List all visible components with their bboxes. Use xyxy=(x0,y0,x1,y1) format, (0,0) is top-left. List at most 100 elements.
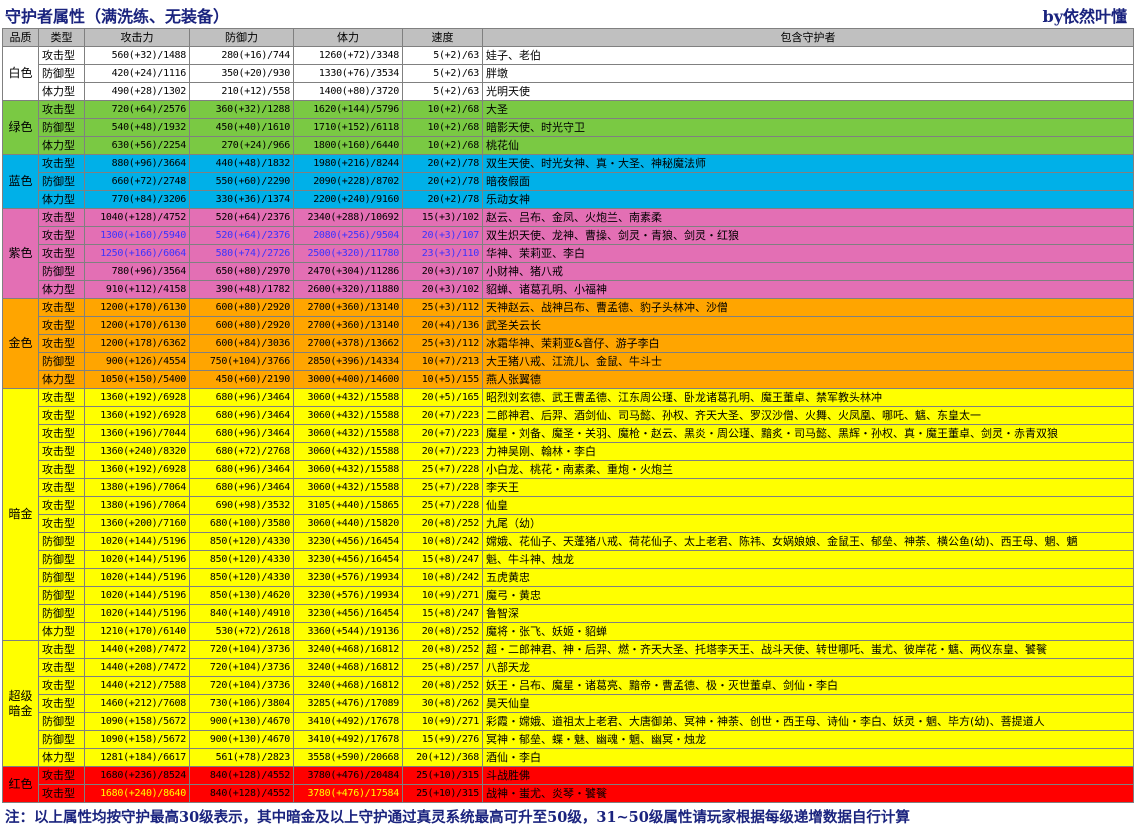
speed-cell: 10(+9)/271 xyxy=(402,712,483,731)
guardians-cell: 暗夜假面 xyxy=(482,172,1134,191)
table-row: 攻击型 1440(+208)/7472 720(+104)/3736 3240(+46… xyxy=(2,658,1134,677)
speed-cell: 20(+3)/102 xyxy=(402,280,483,299)
footnote: 注：以上属性均按守护最高30级表示，其中暗金及以上守护通过真灵系统最高可升至50… xyxy=(5,809,910,826)
speed-cell: 5(+2)/63 xyxy=(402,46,483,65)
attack-cell: 1360(+196)/7044 xyxy=(84,424,190,443)
attack-cell: 1281(+184)/6617 xyxy=(84,748,190,767)
type-cell: 攻击型 xyxy=(38,676,85,695)
guardians-cell: 大圣 xyxy=(482,100,1134,119)
quality-cell: 暗金 xyxy=(2,388,39,641)
quality-cell: 金色 xyxy=(2,298,39,389)
table-row: 蓝色 攻击型 880(+96)/3664 440(+48)/1832 1980(+216… xyxy=(2,154,1134,209)
guardians-cell: 天神赵云、战神吕布、曹孟德、豹子头林冲、沙僧 xyxy=(482,298,1134,317)
guardians-cell: 昭烈刘玄德、武王曹孟德、江东周公瑾、卧龙诸葛孔明、魔王董卓、禁军教头林冲 xyxy=(482,388,1134,407)
author-credit: by依然叶懂 xyxy=(1042,7,1128,26)
speed-cell: 25(+8)/257 xyxy=(402,658,483,677)
defense-cell: 840(+128)/4552 xyxy=(189,784,294,803)
table-row: 防御型 540(+48)/1932 450(+40)/1610 1710(+152)/… xyxy=(2,118,1134,137)
attack-cell: 880(+96)/3664 xyxy=(84,154,190,173)
stamina-cell: 3780(+476)/20484 xyxy=(293,766,403,785)
attack-cell: 1090(+158)/5672 xyxy=(84,712,190,731)
speed-cell: 25(+3)/112 xyxy=(402,334,483,353)
speed-cell: 20(+4)/136 xyxy=(402,316,483,335)
table-row: 白色 攻击型 560(+32)/1488 280(+16)/744 1260(+72)/… xyxy=(2,46,1134,101)
stamina-cell: 3410(+492)/17678 xyxy=(293,712,403,731)
attack-cell: 1020(+144)/5196 xyxy=(84,550,190,569)
guardians-cell: 小财神、猪八戒 xyxy=(482,262,1134,281)
defense-cell: 350(+20)/930 xyxy=(189,64,294,83)
table-row: 防御型 900(+126)/4554 750(+104)/3766 2850(+396… xyxy=(2,352,1134,371)
stamina-cell: 3558(+590)/20668 xyxy=(293,748,403,767)
table-row: 攻击型 1380(+196)/7064 680(+96)/3464 3060(+432… xyxy=(2,478,1134,497)
attack-cell: 770(+84)/3206 xyxy=(84,190,190,209)
type-cell: 防御型 xyxy=(38,262,85,281)
stamina-cell: 2090(+228)/8702 xyxy=(293,172,403,191)
guardians-cell: 魔将・张飞、妖姬・貂蝉 xyxy=(482,622,1134,641)
speed-cell: 20(+2)/78 xyxy=(402,172,483,191)
guardians-cell: 光明天使 xyxy=(482,82,1134,101)
type-cell: 防御型 xyxy=(38,550,85,569)
table-row: 攻击型 1250(+166)/6064 580(+74)/2726 2500(+320… xyxy=(2,244,1134,263)
guardians-cell: 桃花仙 xyxy=(482,136,1134,155)
speed-cell: 20(+2)/78 xyxy=(402,154,483,173)
speed-cell: 25(+10)/315 xyxy=(402,784,483,803)
table-row: 红色 攻击型 1680(+236)/8524 840(+128)/4552 3780(+… xyxy=(2,766,1134,803)
table-row: 攻击型 1300(+160)/5940 520(+64)/2376 2080(+256… xyxy=(2,226,1134,245)
defense-cell: 680(+96)/3464 xyxy=(189,424,294,443)
table-row: 防御型 1090(+158)/5672 900(+130)/4670 3410(+49… xyxy=(2,730,1134,749)
table-row: 攻击型 1360(+196)/7044 680(+96)/3464 3060(+432… xyxy=(2,424,1134,443)
stamina-cell: 3410(+492)/17678 xyxy=(293,730,403,749)
speed-cell: 20(+8)/252 xyxy=(402,514,483,533)
speed-cell: 10(+9)/271 xyxy=(402,586,483,605)
attack-cell: 1200(+178)/6362 xyxy=(84,334,190,353)
guardians-cell: 武圣关云长 xyxy=(482,316,1134,335)
attack-cell: 780(+96)/3564 xyxy=(84,262,190,281)
stamina-cell: 3240(+468)/16812 xyxy=(293,640,403,659)
table-row: 防御型 1020(+144)/5196 840(+140)/4910 3230(+45… xyxy=(2,604,1134,623)
header-stamina: 体力 xyxy=(293,28,403,47)
speed-cell: 30(+8)/262 xyxy=(402,694,483,713)
guardians-cell: 华神、茉莉亚、李白 xyxy=(482,244,1134,263)
table-row: 攻击型 1200(+170)/6130 600(+80)/2920 2700(+360… xyxy=(2,316,1134,335)
attack-cell: 1360(+192)/6928 xyxy=(84,406,190,425)
guardians-cell: 力神吴刚、翰林・李白 xyxy=(482,442,1134,461)
defense-cell: 720(+104)/3736 xyxy=(189,640,294,659)
stamina-cell: 3060(+432)/15588 xyxy=(293,388,403,407)
defense-cell: 680(+96)/3464 xyxy=(189,478,294,497)
type-cell: 防御型 xyxy=(38,172,85,191)
table-row: 绿色 攻击型 720(+64)/2576 360(+32)/1288 1620(+144… xyxy=(2,100,1134,155)
defense-cell: 440(+48)/1832 xyxy=(189,154,294,173)
defense-cell: 730(+106)/3804 xyxy=(189,694,294,713)
type-cell: 体力型 xyxy=(38,82,85,101)
attack-cell: 1380(+196)/7064 xyxy=(84,478,190,497)
table-row: 防御型 780(+96)/3564 650(+80)/2970 2470(+304)/… xyxy=(2,262,1134,281)
attack-cell: 900(+126)/4554 xyxy=(84,352,190,371)
table-row: 暗金 攻击型 1360(+192)/6928 680(+96)/3464 3060(+4… xyxy=(2,388,1134,641)
attack-cell: 1380(+196)/7064 xyxy=(84,496,190,515)
type-cell: 防御型 xyxy=(38,118,85,137)
type-cell: 攻击型 xyxy=(38,442,85,461)
type-cell: 防御型 xyxy=(38,604,85,623)
defense-cell: 530(+72)/2618 xyxy=(189,622,294,641)
stamina-cell: 3230(+576)/19934 xyxy=(293,568,403,587)
defense-cell: 600(+80)/2920 xyxy=(189,316,294,335)
stamina-cell: 3060(+432)/15588 xyxy=(293,478,403,497)
attack-cell: 1020(+144)/5196 xyxy=(84,568,190,587)
speed-cell: 10(+7)/213 xyxy=(402,352,483,371)
speed-cell: 20(+3)/107 xyxy=(402,262,483,281)
speed-cell: 10(+2)/68 xyxy=(402,136,483,155)
table-row: 防御型 1020(+144)/5196 850(+120)/4330 3230(+57… xyxy=(2,568,1134,587)
header-quality: 品质 xyxy=(2,28,39,47)
type-cell: 攻击型 xyxy=(38,478,85,497)
quality-cell: 红色 xyxy=(2,766,39,803)
table-row: 攻击型 1380(+196)/7064 690(+98)/3532 3105(+440… xyxy=(2,496,1134,515)
guardians-cell: 超・二郎神君、神・后羿、燃・齐天大圣、托塔李天王、战斗天使、转世哪吒、蚩尤、彼岸… xyxy=(482,640,1134,659)
type-cell: 体力型 xyxy=(38,370,85,389)
quality-cell: 白色 xyxy=(2,46,39,101)
defense-cell: 280(+16)/744 xyxy=(189,46,294,65)
table-row: 体力型 1281(+184)/6617 561(+78)/2823 3558(+590… xyxy=(2,748,1134,767)
guardians-cell: 胖墩 xyxy=(482,64,1134,83)
stamina-cell: 3060(+432)/15588 xyxy=(293,406,403,425)
quality-cell: 蓝色 xyxy=(2,154,39,209)
attack-cell: 1460(+212)/7608 xyxy=(84,694,190,713)
